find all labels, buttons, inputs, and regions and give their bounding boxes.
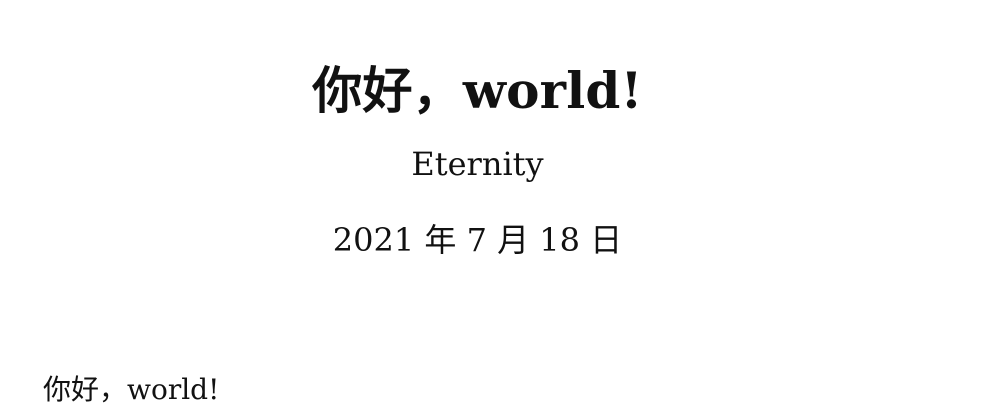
- body-paragraph: 你好，world!: [43, 373, 220, 406]
- document-page: 你好，world! Eternity 2021 年 7 月 18 日 你好，wo…: [0, 0, 988, 410]
- document-author: Eternity: [411, 145, 544, 183]
- document-date: 2021 年 7 月 18 日: [332, 221, 623, 259]
- document-title: 你好，world!: [312, 60, 643, 120]
